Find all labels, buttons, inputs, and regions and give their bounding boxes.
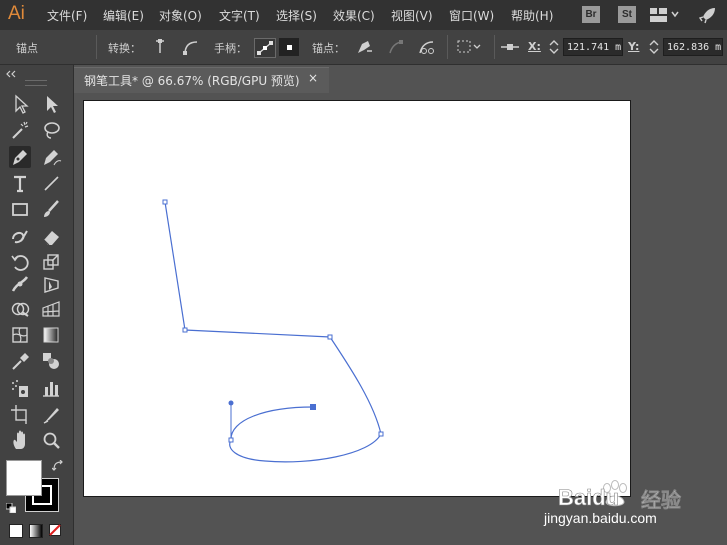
anchor-point[interactable]: [162, 199, 168, 205]
pen-path[interactable]: [164, 201, 382, 463]
watermark-url: jingyan.baidu.com: [544, 510, 657, 526]
anchor-point[interactable]: [378, 431, 384, 437]
anchor-point[interactable]: [182, 327, 188, 333]
watermark-suffix: 经验: [641, 488, 682, 513]
direction-handle[interactable]: [228, 400, 234, 406]
path-overlay: [162, 199, 384, 463]
selected-anchor-point[interactable]: [310, 404, 316, 410]
watermark-brand: Baidu: [558, 485, 620, 511]
anchor-point[interactable]: [228, 437, 234, 443]
anchor-point[interactable]: [327, 334, 333, 340]
